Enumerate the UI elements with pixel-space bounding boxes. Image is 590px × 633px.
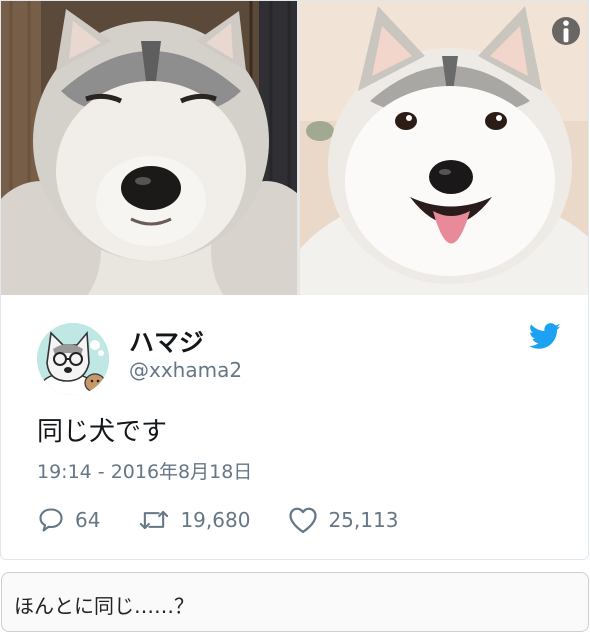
screen-name[interactable]: @xxhama2 xyxy=(129,358,242,382)
tweet-text: 同じ犬です xyxy=(37,417,168,447)
comment-box: ほんとに同じ……？ xyxy=(1,572,589,632)
avatar[interactable] xyxy=(37,323,109,395)
like-count: 25,113 xyxy=(328,508,399,532)
like-action[interactable]: 25,113 xyxy=(288,506,398,534)
retweet-action[interactable]: 19,680 xyxy=(138,506,250,534)
photo-smiling-husky[interactable] xyxy=(300,1,588,295)
photo-grumpy-husky[interactable] xyxy=(1,1,297,295)
reply-count: 64 xyxy=(75,508,101,532)
tweet-photos xyxy=(1,1,588,295)
reply-icon xyxy=(39,508,63,532)
display-name[interactable]: ハマジ xyxy=(129,323,204,359)
info-icon[interactable] xyxy=(552,17,580,45)
comment-text: ほんとに同じ……？ xyxy=(14,594,194,618)
tweet-card: ハマジ @xxhama2 同じ犬です 19:14 - 2016年8月18日 64 xyxy=(0,0,589,560)
tweet-timestamp[interactable]: 19:14 - 2016年8月18日 xyxy=(37,457,252,484)
twitter-bird-icon[interactable] xyxy=(528,323,561,351)
tweet-actions: 64 19,680 25,113 xyxy=(37,503,436,537)
retweet-count: 19,680 xyxy=(180,508,251,532)
retweet-icon xyxy=(140,510,169,530)
heart-icon xyxy=(289,507,318,533)
reply-action[interactable]: 64 xyxy=(37,506,100,534)
